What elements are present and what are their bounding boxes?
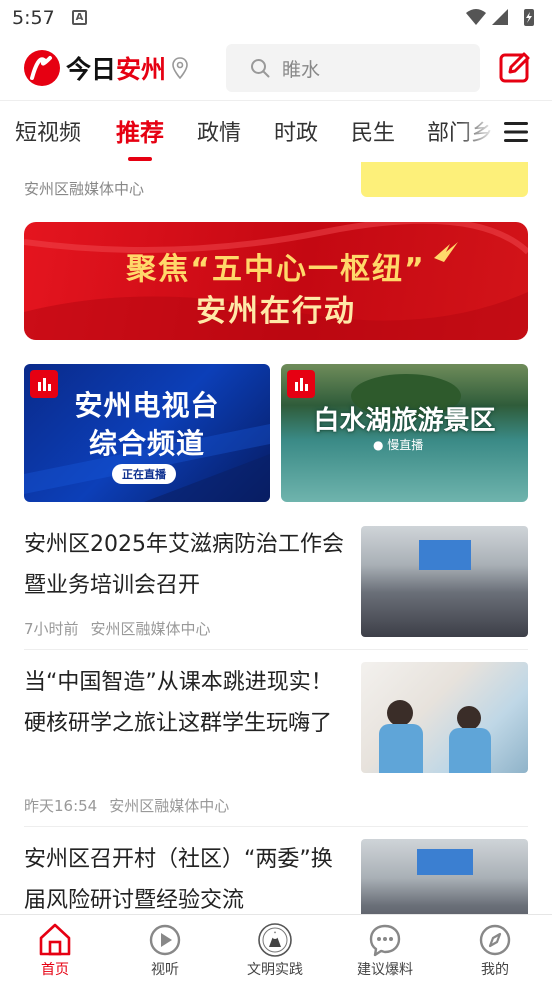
news-title[interactable]: 安州区2025年艾滋病防治工作会暨业务培训会召开 bbox=[24, 524, 344, 606]
compass-icon bbox=[479, 924, 511, 956]
tv-live-label: 正在直播 bbox=[112, 464, 176, 484]
logo-mark-icon bbox=[24, 50, 60, 86]
play-icon bbox=[149, 924, 181, 956]
bottom-navigation: 首页 视听 文明实践 建议爆料 我的 bbox=[0, 914, 552, 983]
location-pin-icon[interactable] bbox=[172, 57, 188, 79]
thumbnail-figure bbox=[387, 700, 413, 726]
tv-card-title: 安州电视台 bbox=[74, 389, 220, 422]
status-bar: 5:57 A bbox=[0, 0, 552, 36]
system-status-icons bbox=[466, 9, 534, 26]
banner-title: 聚焦“五中心一枢纽” bbox=[126, 252, 426, 287]
news-item[interactable]: 安州区召开村（社区）“两委”换届风险研讨暨经验交流 bbox=[24, 827, 528, 914]
tv-card-subtitle: 综合频道 bbox=[88, 427, 205, 460]
app-header: 今日 安州 睢水 bbox=[0, 36, 552, 100]
thumbnail-figure bbox=[449, 728, 491, 773]
nav-suggestions-label: 建议爆料 bbox=[357, 962, 413, 978]
news-thumbnail[interactable] bbox=[361, 526, 528, 637]
news-thumbnail[interactable] bbox=[361, 662, 528, 773]
nav-mine-label: 我的 bbox=[481, 962, 509, 978]
live-badge-icon bbox=[287, 370, 315, 398]
menu-icon[interactable] bbox=[504, 121, 528, 143]
lake-card-title: 白水湖旅游景区 bbox=[313, 406, 496, 436]
edit-post-icon[interactable] bbox=[498, 50, 532, 84]
news-thumbnail[interactable] bbox=[361, 839, 528, 914]
news-meta: 7小时前 安州区融媒体中心 bbox=[24, 618, 211, 639]
news-title[interactable]: 当“中国智造”从课本跳进现实！硬核研学之旅让这群学生玩嗨了 bbox=[24, 662, 344, 744]
news-time: 7小时前 bbox=[24, 620, 79, 638]
previous-item-source: 安州区融媒体中心 bbox=[24, 180, 145, 198]
search-box[interactable]: 睢水 bbox=[226, 44, 480, 92]
nav-media-label: 视听 bbox=[151, 962, 179, 978]
emblem-icon bbox=[258, 923, 292, 957]
previous-item-thumbnail[interactable] bbox=[361, 162, 528, 197]
lake-card-subtitle: ● 慢直播 bbox=[373, 438, 424, 452]
search-placeholder: 睢水 bbox=[282, 58, 321, 81]
campaign-banner[interactable]: 聚焦“五中心一枢纽” 安州在行动 bbox=[24, 222, 528, 340]
wifi-icon bbox=[466, 9, 486, 25]
news-title[interactable]: 安州区召开村（社区）“两委”换届风险研讨暨经验交流 bbox=[24, 839, 344, 914]
nav-home[interactable]: 首页 bbox=[0, 915, 110, 983]
nav-mine[interactable]: 我的 bbox=[440, 915, 550, 983]
news-item[interactable]: 安州区2025年艾滋病防治工作会暨业务培训会召开 7小时前 安州区融媒体中心 bbox=[24, 514, 528, 650]
news-source: 安州区融媒体中心 bbox=[90, 620, 211, 638]
thumbnail-screen bbox=[419, 540, 471, 570]
banner-subtitle: 安州在行动 bbox=[196, 294, 356, 329]
thumbnail-screen bbox=[417, 849, 473, 875]
chat-icon bbox=[369, 924, 401, 957]
logo-text-anzhou: 安州 bbox=[116, 55, 167, 84]
app-logo[interactable]: 今日 安州 bbox=[24, 50, 188, 86]
home-icon bbox=[39, 923, 71, 956]
channel-tabs: 短视频 推荐 政情 时政 民生 部门乡 bbox=[0, 100, 552, 162]
news-item[interactable]: 当“中国智造”从课本跳进现实！硬核研学之旅让这群学生玩嗨了 昨天16:54 安州区… bbox=[24, 650, 528, 827]
tv-live-card[interactable]: 安州电视台 综合频道 正在直播 bbox=[24, 364, 270, 502]
search-icon bbox=[251, 59, 270, 78]
tab-fade bbox=[456, 101, 496, 161]
tab-livelihood[interactable]: 民生 bbox=[351, 115, 395, 147]
news-meta: 昨天16:54 安州区融媒体中心 bbox=[24, 795, 229, 816]
active-tab-indicator bbox=[128, 157, 152, 161]
thumbnail-figure bbox=[379, 724, 423, 773]
status-time: 5:57 bbox=[12, 7, 55, 29]
tab-current-affairs[interactable]: 时政 bbox=[274, 115, 318, 147]
signal-icon bbox=[492, 9, 508, 25]
nav-media[interactable]: 视听 bbox=[110, 915, 220, 983]
thumbnail-figure bbox=[457, 706, 481, 730]
news-feed[interactable]: 安州区融媒体中心 聚焦“五中心一枢纽” 安州在行动 安州电视台 综合频道 正在直… bbox=[0, 162, 552, 914]
nav-civilization[interactable]: 文明实践 bbox=[220, 915, 330, 983]
nav-home-label: 首页 bbox=[41, 962, 69, 978]
nav-suggestions[interactable]: 建议爆料 bbox=[330, 915, 440, 983]
tab-short-video[interactable]: 短视频 bbox=[15, 115, 81, 147]
news-source: 安州区融媒体中心 bbox=[109, 797, 230, 815]
tab-politics[interactable]: 政情 bbox=[197, 115, 241, 147]
notification-icon: A bbox=[72, 10, 87, 25]
news-time: 昨天16:54 bbox=[24, 797, 98, 815]
lake-live-card[interactable]: 白水湖旅游景区 ● 慢直播 bbox=[281, 364, 528, 502]
logo-text-today: 今日 bbox=[66, 55, 117, 84]
nav-civilization-label: 文明实践 bbox=[247, 962, 303, 978]
tab-recommend[interactable]: 推荐 bbox=[116, 113, 164, 148]
